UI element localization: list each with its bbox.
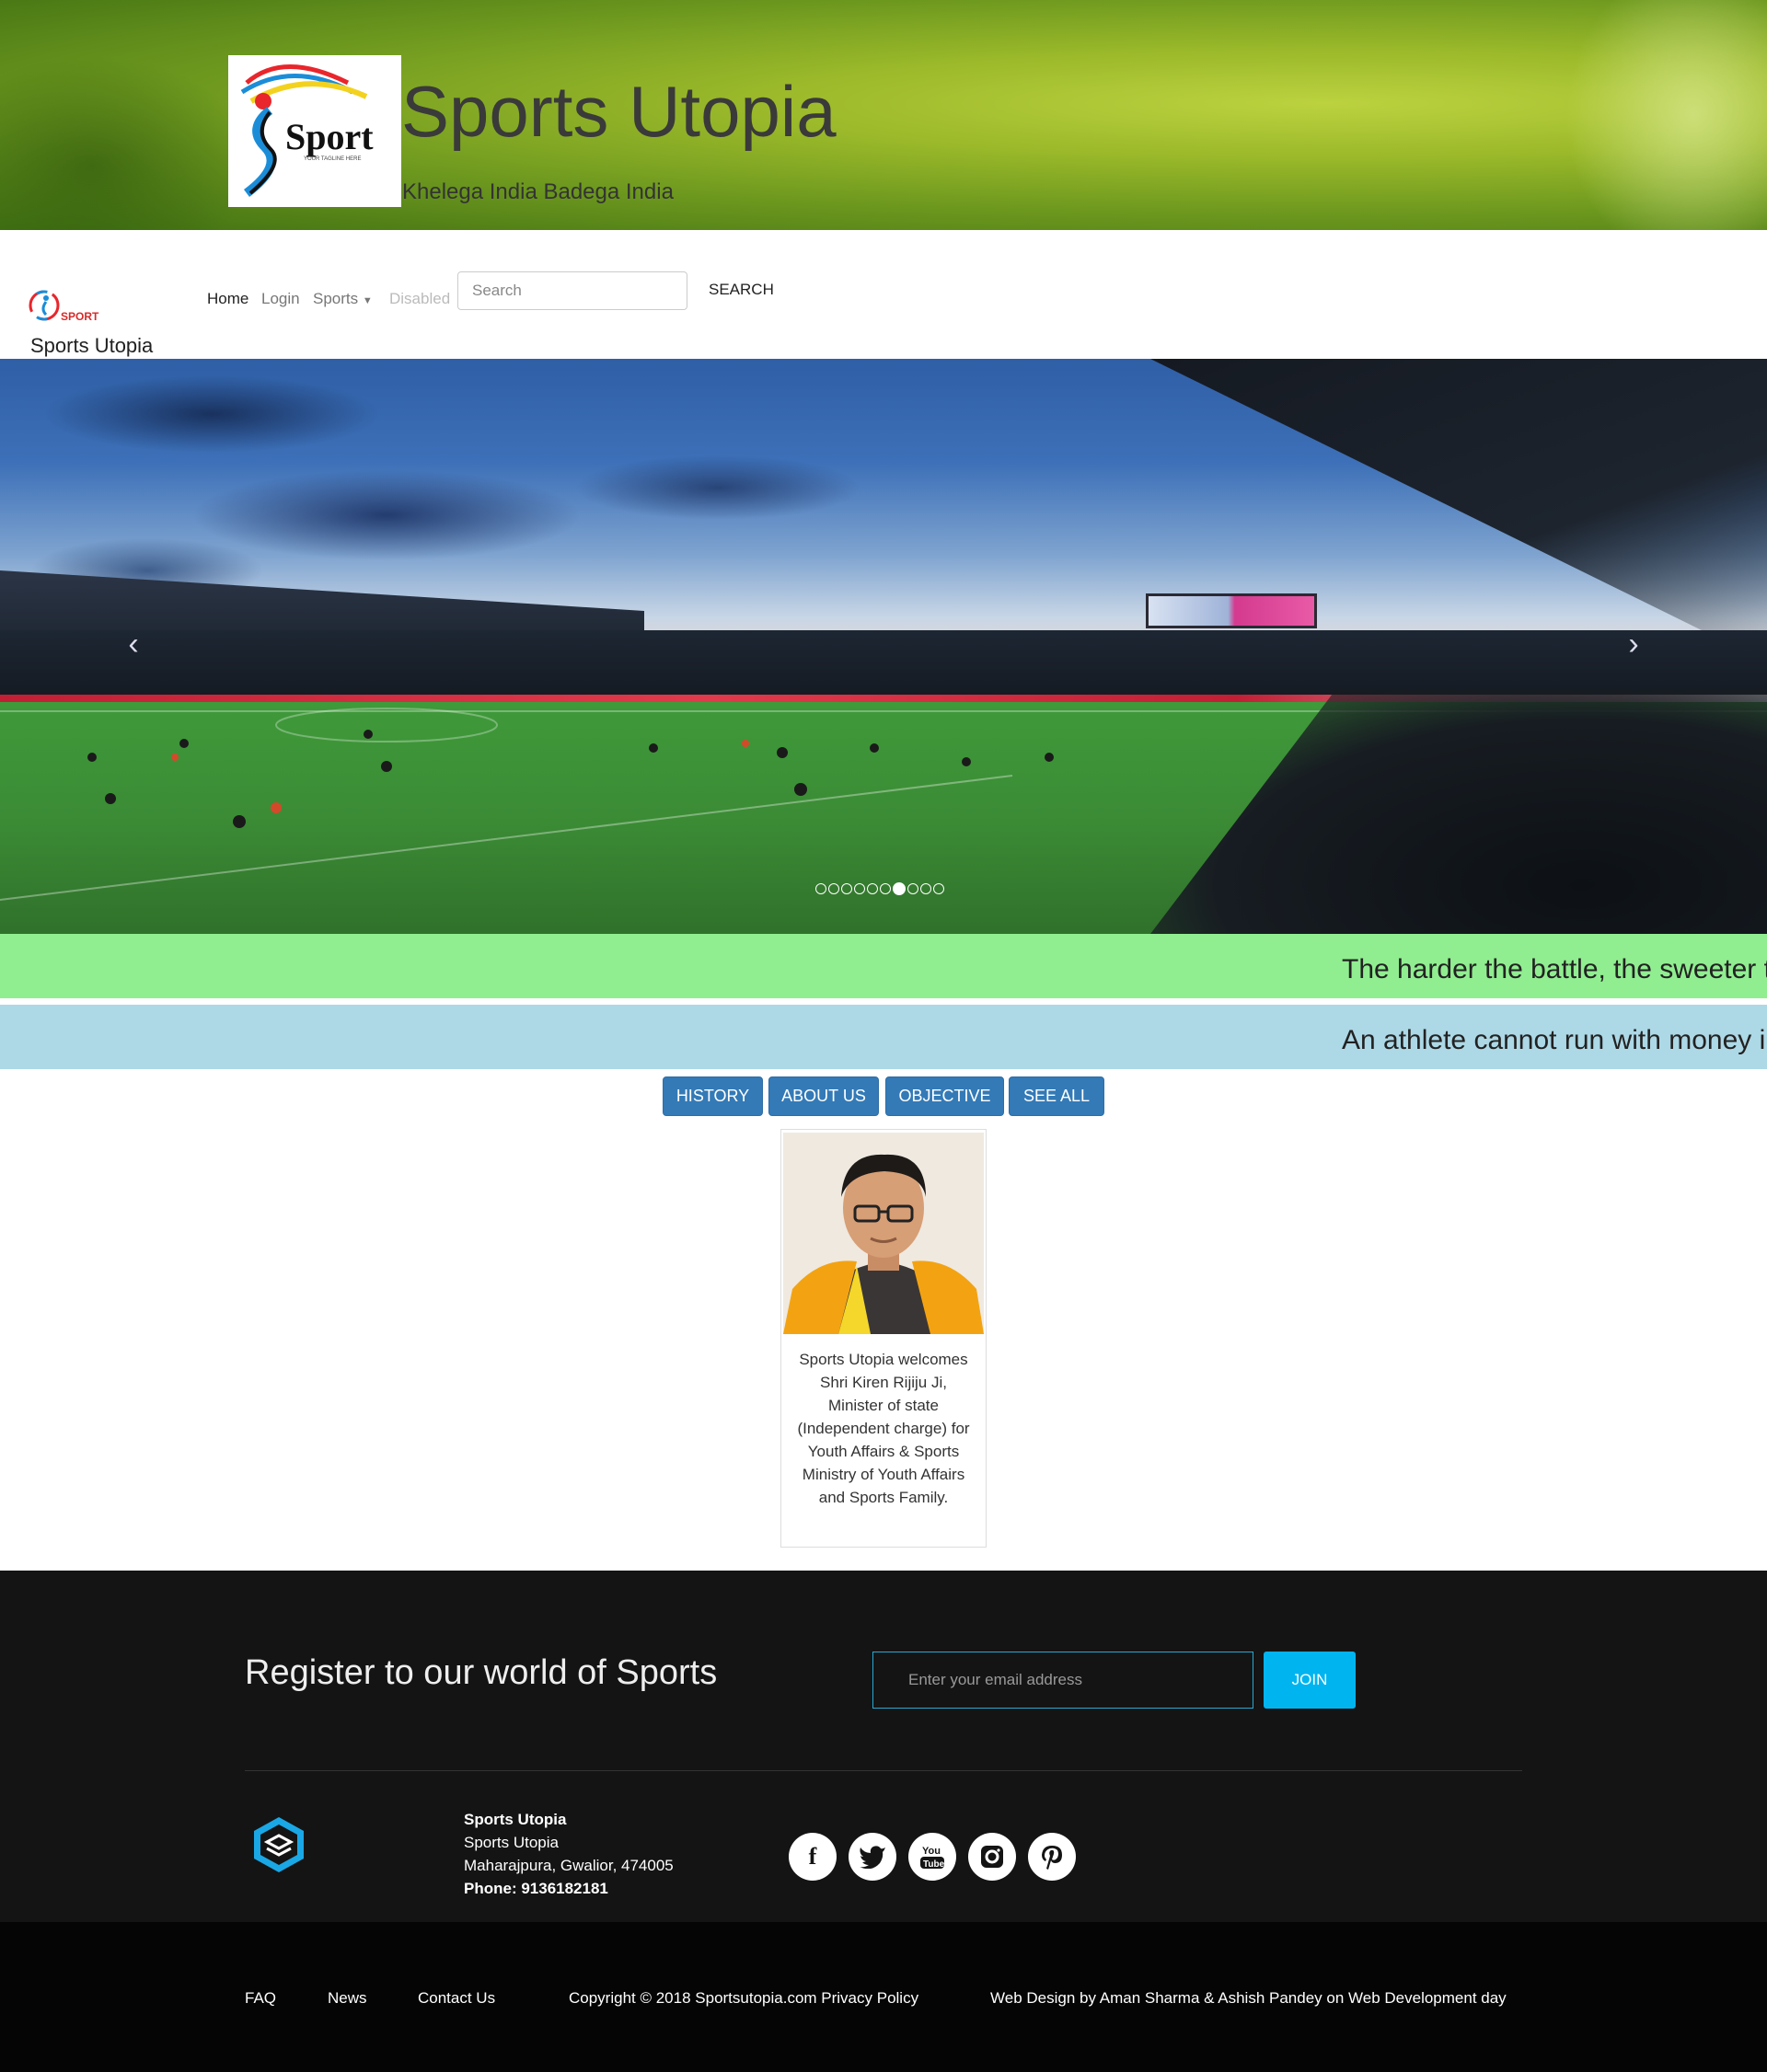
site-title: Sports Utopia	[401, 71, 837, 152]
logo-text: Sport	[285, 116, 374, 157]
see-all-button[interactable]: SEE ALL	[1009, 1076, 1104, 1116]
site-logo[interactable]: Sport YOUR TAGLINE HERE	[228, 55, 401, 207]
address-line-2: Maharajpura, Gwalior, 474005	[464, 1857, 674, 1874]
register-title: Register to our world of Sports	[245, 1653, 718, 1692]
navbar-brand[interactable]: Sports Utopia	[30, 334, 153, 358]
minister-card: Sports Utopia welcomes Shri Kiren Rijiju…	[780, 1129, 987, 1548]
footer-link-contact[interactable]: Contact Us	[418, 1989, 495, 2008]
carousel-indicator[interactable]	[880, 883, 891, 894]
caret-down-icon: ▼	[362, 295, 373, 306]
svg-text:Tube: Tube	[923, 1859, 945, 1870]
nav-disabled: Disabled	[389, 290, 451, 307]
site-tagline: Khelega India Badega India	[402, 179, 674, 204]
search-input[interactable]	[457, 271, 687, 310]
youtube-icon[interactable]: You Tube	[908, 1833, 956, 1881]
join-button[interactable]: JOIN	[1264, 1652, 1356, 1709]
minister-caption: Sports Utopia welcomes Shri Kiren Rijiju…	[797, 1351, 970, 1506]
carousel-crowd	[0, 630, 1767, 695]
carousel-next-icon[interactable]: ›	[1615, 626, 1652, 662]
search-button[interactable]: SEARCH	[709, 281, 774, 299]
credit-text: Web Design by Aman Sharma & Ashish Pande…	[990, 1989, 1507, 2007]
banner-blur	[1565, 0, 1767, 230]
copyright-text: Copyright © 2018 Sportsutopia.com Privac…	[569, 1989, 919, 2007]
facebook-icon[interactable]: f	[789, 1833, 837, 1881]
nav-login[interactable]: Login	[261, 290, 300, 308]
twitter-icon[interactable]	[849, 1833, 896, 1881]
carousel-indicators	[815, 882, 944, 898]
bottom-bar: FAQ News Contact Us Copyright © 2018 Spo…	[0, 1922, 1767, 2072]
carousel-indicator[interactable]	[933, 883, 944, 894]
footer-link-news[interactable]: News	[328, 1989, 367, 2008]
address-phone: Phone: 9136182181	[464, 1880, 608, 1897]
quote-text-2: An athlete cannot run with money i	[1342, 1025, 1766, 1055]
instagram-icon[interactable]	[968, 1833, 1016, 1881]
address-line-1: Sports Utopia	[464, 1834, 559, 1851]
address-name: Sports Utopia	[464, 1811, 567, 1828]
carousel-scoreboard	[1146, 593, 1317, 628]
banner-shadow	[0, 55, 258, 230]
history-button[interactable]: HISTORY	[663, 1076, 763, 1116]
nav-sports-label: Sports	[313, 290, 359, 307]
navbar: SPORT Sports Utopia Home Login Sports ▼ …	[0, 230, 1767, 359]
nav-home[interactable]: Home	[207, 290, 248, 308]
navbar-logo[interactable]: SPORT	[28, 287, 101, 324]
carousel-prev-icon[interactable]: ‹	[115, 626, 152, 662]
objective-button[interactable]: OBJECTIVE	[885, 1076, 1004, 1116]
carousel-indicator[interactable]	[828, 883, 839, 894]
pinterest-icon[interactable]	[1028, 1833, 1076, 1881]
footer: Register to our world of Sports JOIN Spo…	[0, 1571, 1767, 1922]
social-links: f You Tube	[789, 1833, 1076, 1881]
logo-subtext: YOUR TAGLINE HERE	[304, 156, 361, 162]
about-us-button[interactable]: ABOUT US	[768, 1076, 879, 1116]
footer-address: Sports Utopia Sports Utopia Maharajpura,…	[464, 1808, 674, 1900]
carousel-indicator[interactable]	[815, 883, 826, 894]
quote-marquee-2: An athlete cannot run with money i	[0, 1005, 1767, 1069]
carousel-indicator[interactable]	[854, 883, 865, 894]
carousel-indicator[interactable]	[920, 883, 931, 894]
footer-divider	[245, 1770, 1522, 1771]
hero-carousel: ‹ ›	[0, 359, 1767, 934]
nav-sports-dropdown[interactable]: Sports ▼	[313, 290, 373, 308]
footer-link-faq[interactable]: FAQ	[245, 1989, 276, 2008]
svg-text:You: You	[922, 1846, 941, 1857]
minister-photo	[783, 1133, 984, 1334]
quote-marquee-1: The harder the battle, the sweeter t	[0, 934, 1767, 998]
quote-text-1: The harder the battle, the sweeter t	[1342, 954, 1767, 984]
email-field[interactable]	[872, 1652, 1253, 1709]
carousel-indicator[interactable]	[907, 883, 918, 894]
carousel-indicator[interactable]	[867, 883, 878, 894]
carousel-indicator-active[interactable]	[893, 882, 906, 895]
carousel-indicator[interactable]	[841, 883, 852, 894]
footer-hexagon-logo-icon	[248, 1814, 309, 1875]
navbar-logo-text: SPORT	[61, 310, 99, 323]
